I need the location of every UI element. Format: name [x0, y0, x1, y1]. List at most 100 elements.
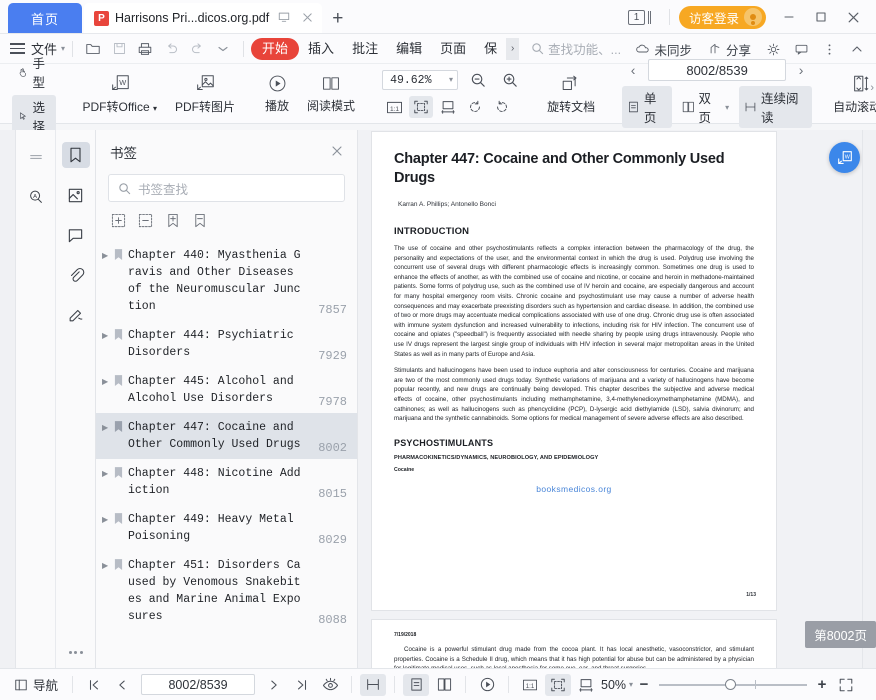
list-item-selected[interactable]: ▶ Chapter 447: Cocaine and Other Commonl… — [96, 413, 357, 459]
new-tab-button[interactable]: + — [332, 8, 343, 30]
chevron-right-icon[interactable]: ▶ — [102, 511, 114, 545]
guest-login-button[interactable]: 访客登录 — [678, 5, 766, 29]
eye-protect-icon[interactable] — [317, 674, 343, 696]
remove-bookmark-icon[interactable] — [191, 212, 208, 229]
minimize-button[interactable] — [774, 4, 804, 30]
tab-insert[interactable]: 插入 — [299, 38, 343, 60]
tab-page[interactable]: 页面 — [431, 38, 475, 60]
fit-page-toggle[interactable] — [545, 673, 572, 696]
ribbon-overflow-icon[interactable]: › — [870, 82, 874, 94]
maximize-button[interactable] — [806, 4, 836, 30]
double-page-button[interactable]: 双页 ▾ — [677, 86, 734, 128]
add-bookmark-icon[interactable] — [164, 212, 181, 229]
more-panels-icon[interactable] — [56, 651, 95, 654]
list-item[interactable]: ▶ Chapter 449: Heavy Metal Poisoning 802… — [96, 505, 357, 551]
zoom-percent-dropdown[interactable]: 50% ▾ — [601, 678, 633, 692]
zoom-out-button[interactable]: − — [635, 676, 653, 693]
zoom-in-button[interactable]: + — [813, 676, 831, 693]
bookmark-list[interactable]: ▶ Chapter 440: Myasthenia Gravis and Oth… — [96, 237, 357, 668]
play-slideshow-button[interactable] — [474, 674, 500, 696]
fit-width-toggle[interactable] — [573, 674, 599, 696]
pdf-to-office-button[interactable]: W PDF转Office ▾ — [74, 73, 167, 115]
gear-icon[interactable] — [760, 37, 786, 61]
chevron-right-icon[interactable]: ▶ — [102, 557, 114, 625]
tabs-overflow-icon[interactable]: › — [506, 37, 520, 60]
collapse-all-icon[interactable] — [137, 212, 154, 229]
auto-scroll-button[interactable]: 自动滚动 ▾ — [824, 73, 876, 115]
close-panel-icon[interactable] — [331, 144, 343, 160]
pdf-viewer[interactable]: Chapter 447: Cocaine and Other Commonly … — [358, 130, 876, 668]
play-button[interactable]: 播放 — [256, 73, 298, 114]
fullscreen-button[interactable] — [833, 674, 859, 696]
zoom-slider-knob[interactable] — [725, 678, 737, 690]
pdf-to-image-button[interactable]: PDF转图片 — [166, 73, 244, 115]
share-button[interactable]: 分享 — [701, 40, 758, 59]
thumbnails-panel-icon[interactable] — [62, 182, 90, 208]
save-icon[interactable] — [106, 37, 132, 61]
tab-home[interactable]: 首页 — [8, 3, 82, 33]
chevron-right-icon[interactable]: ▶ — [102, 327, 114, 361]
watermark-link[interactable]: booksmedicos.org — [394, 484, 754, 494]
tab-protect[interactable]: 保 — [475, 38, 506, 60]
redo-icon[interactable] — [184, 37, 210, 61]
monitor-icon[interactable] — [275, 11, 293, 25]
collapse-ribbon-icon[interactable] — [844, 37, 870, 61]
list-item[interactable]: ▶ Chapter 448: Nicotine Addiction 8015 — [96, 459, 357, 505]
window-count-badge[interactable]: 1 — [627, 9, 645, 25]
hand-tool-button[interactable]: 手型 — [12, 51, 56, 93]
next-page-button[interactable] — [261, 674, 287, 696]
last-page-button[interactable] — [289, 674, 315, 696]
undo-icon[interactable] — [158, 37, 184, 61]
status-page-input[interactable]: 8002/8539 — [141, 674, 256, 695]
expand-all-icon[interactable] — [110, 212, 127, 229]
zoom-out-button[interactable] — [466, 69, 490, 91]
list-item[interactable]: ▶ Chapter 445: Alcohol and Alcohol Use D… — [96, 367, 357, 413]
single-page-toggle[interactable] — [403, 673, 430, 696]
zoom-slider[interactable] — [659, 678, 808, 690]
sync-status-button[interactable]: 未同步 — [628, 40, 699, 59]
search-document-icon[interactable]: A — [22, 184, 50, 210]
convert-floating-button[interactable]: W — [829, 142, 860, 173]
more-options-icon[interactable] — [816, 37, 842, 61]
navigation-toggle[interactable]: 导航 — [8, 672, 64, 697]
signature-panel-icon[interactable] — [62, 302, 90, 328]
zoom-level-select[interactable]: 49.62% ▾ — [382, 70, 459, 90]
prev-page-button[interactable] — [109, 674, 135, 696]
fit-width-button[interactable] — [436, 96, 460, 118]
attachments-panel-icon[interactable] — [62, 262, 90, 288]
tab-edit[interactable]: 编辑 — [387, 38, 431, 60]
prev-page-button[interactable]: ‹ — [622, 59, 644, 81]
chevron-right-icon[interactable]: ▶ — [102, 419, 114, 453]
read-mode-button[interactable]: 阅读模式 — [298, 73, 364, 114]
close-button[interactable] — [838, 4, 868, 30]
tab-start[interactable]: 开始 — [251, 37, 300, 60]
zoom-slider-track[interactable] — [659, 678, 808, 690]
rotate-document-button[interactable]: 旋转文档 — [538, 73, 604, 115]
panel-collapse-icon[interactable] — [22, 144, 50, 170]
list-item[interactable]: ▶ Chapter 451: Disorders Caused by Venom… — [96, 551, 357, 631]
continuous-read-button[interactable]: 连续阅读 — [739, 86, 813, 128]
print-icon[interactable] — [132, 37, 158, 61]
chevron-right-icon[interactable]: ▶ — [102, 465, 114, 499]
next-page-button[interactable]: › — [790, 59, 812, 81]
tab-document[interactable]: P Harrisons Pri...dicos.org.pdf — [84, 3, 323, 33]
open-folder-icon[interactable] — [80, 37, 106, 61]
rotate-left-button[interactable] — [463, 96, 487, 118]
tab-comment[interactable]: 批注 — [343, 38, 387, 60]
actual-size-button[interactable]: 1:1 — [382, 96, 406, 118]
right-scroll-strip[interactable] — [862, 130, 876, 668]
close-tab-icon[interactable] — [299, 12, 316, 25]
double-page-toggle[interactable] — [431, 674, 457, 696]
zoom-in-button[interactable] — [498, 69, 522, 91]
single-page-button[interactable]: 单页 — [622, 86, 672, 128]
chevron-right-icon[interactable]: ▶ — [102, 373, 114, 407]
first-page-button[interactable] — [81, 674, 107, 696]
page-number-input[interactable]: 8002/8539 — [648, 59, 787, 81]
comments-panel-icon[interactable] — [62, 222, 90, 248]
feedback-icon[interactable] — [788, 37, 814, 61]
bookmarks-panel-icon[interactable] — [61, 142, 90, 168]
quick-access-dropdown-icon[interactable] — [210, 37, 236, 61]
list-item[interactable]: ▶ Chapter 444: Psychiatric Disorders 792… — [96, 321, 357, 367]
chevron-right-icon[interactable]: ▶ — [102, 247, 114, 315]
continuous-read-toggle[interactable] — [360, 673, 387, 696]
